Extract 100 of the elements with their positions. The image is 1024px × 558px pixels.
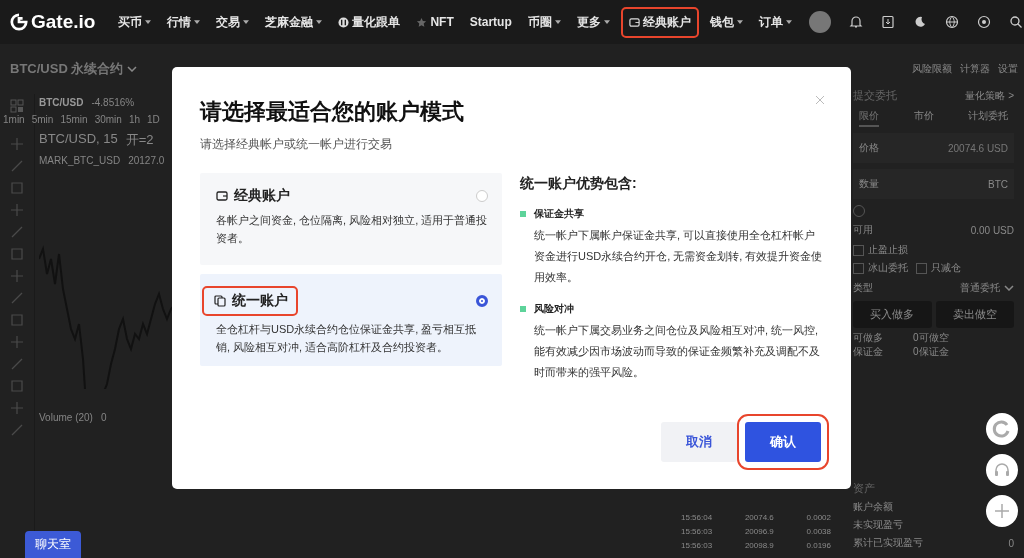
trade-price: 20098.9: [744, 541, 774, 550]
chat-room-button[interactable]: 聊天室: [25, 531, 81, 558]
grid-icon[interactable]: [9, 98, 25, 114]
nav-menu-item[interactable]: 钱包: [706, 11, 746, 33]
account-option-card[interactable]: 统一账户 全仓杠杆与USD永续合约仓位保证金共享, 盈亏相互抵销, 风险相互对冲, 适合高阶杠杆及合约投资者。: [200, 274, 502, 366]
wallet-icon: [216, 190, 228, 202]
nav-menu-item[interactable]: 量化跟单: [335, 11, 404, 33]
available-value: 0.00 USD: [970, 224, 1014, 236]
nav-menu-item[interactable]: 经典账户: [622, 8, 697, 36]
drawing-tool-icon[interactable]: [9, 246, 25, 262]
option-checkbox[interactable]: 止盈止损: [853, 243, 1014, 257]
benefit-title: 风险对冲: [534, 302, 574, 316]
nav-menu-item[interactable]: 币圈: [524, 11, 564, 33]
interval-tab[interactable]: 1h: [128, 114, 140, 125]
amount-input[interactable]: 数量 BTC: [853, 169, 1014, 199]
nav-menu-item[interactable]: 芝麻金融: [262, 11, 326, 33]
nav-menu-item[interactable]: Startup: [466, 13, 515, 31]
order-type-tab[interactable]: 市价: [913, 109, 934, 127]
account-option-description: 各帐户之间资金, 仓位隔离, 风险相对独立, 适用于普通投资者。: [216, 213, 488, 246]
drawing-tool-icon[interactable]: [9, 378, 25, 394]
drawing-tool-icon[interactable]: [9, 202, 25, 218]
header-tool-link[interactable]: 计算器: [960, 62, 990, 76]
drawing-tool-icon[interactable]: [9, 136, 25, 152]
wallet-icon: [628, 16, 640, 28]
nav-menu-item[interactable]: NFT: [413, 13, 457, 31]
drawing-tool-icon[interactable]: [9, 268, 25, 284]
type-label: 类型: [853, 281, 873, 295]
interval-tab[interactable]: 15min: [60, 114, 88, 125]
interval-tab[interactable]: 1min: [3, 114, 25, 125]
download-icon[interactable]: [880, 15, 895, 29]
asset-value: 0: [1008, 537, 1014, 549]
trade-price: 20096.9: [744, 527, 774, 536]
header-tool-link[interactable]: 风险限额: [912, 62, 952, 76]
interval-tab[interactable]: 1D: [147, 114, 160, 125]
bell-icon[interactable]: [848, 15, 863, 29]
header-tool-link[interactable]: 设置: [998, 62, 1018, 76]
interval-tab[interactable]: 30min: [94, 114, 122, 125]
order-type-tab[interactable]: 计划委托: [968, 109, 1008, 127]
account-option-card[interactable]: 经典账户 各帐户之间资金, 仓位隔离, 风险相对独立, 适用于普通投资者。: [200, 173, 502, 265]
drawing-tool-icon[interactable]: [9, 312, 25, 328]
trade-amount: 0.0038: [806, 527, 831, 536]
benefit-text: 统一帐户下属帐户保证金共享, 可以直接使用全仓杠杆帐户资金进行USD永续合约开仓, 无需资金划转, 有效提升资金使用效率。: [534, 228, 823, 285]
caret-icon[interactable]: [127, 66, 138, 72]
account-option-description: 全仓杠杆与USD永续合约仓位保证金共享, 盈亏相互抵销, 风险相互对冲, 适合高阶杠杆及合约投资者。: [216, 322, 478, 355]
nav-menu-item[interactable]: 交易: [213, 11, 253, 33]
drawing-tool-icon[interactable]: [9, 356, 25, 372]
drawing-tool-icon[interactable]: [9, 158, 25, 174]
nav-menu-item[interactable]: 订单: [755, 11, 795, 33]
plus-icon[interactable]: [986, 495, 1018, 527]
nav-menu-item[interactable]: 买币: [115, 11, 155, 33]
logo-icon[interactable]: [10, 13, 28, 31]
asset-label: 累计已实现盈亏: [853, 536, 923, 550]
headset-icon[interactable]: [986, 454, 1018, 486]
sell-short-button[interactable]: 卖出做空: [935, 301, 1014, 328]
bullet-icon: [520, 306, 526, 312]
available-label: 可用: [853, 223, 873, 237]
panel-title: 提交委托: [853, 88, 897, 103]
chart-symbol: BTC/USD: [39, 97, 84, 108]
price-input[interactable]: 价格 20074.6 USD: [853, 133, 1014, 163]
stat-label: 0保证金: [913, 345, 949, 359]
trade-time: 15:56:04: [681, 513, 713, 522]
trade-time: 15:56:03: [681, 541, 713, 550]
star-icon: [416, 16, 428, 28]
stat-label: 0可做空: [913, 331, 949, 345]
settings-icon[interactable]: [976, 15, 991, 29]
buy-long-button[interactable]: 买入做多: [853, 301, 932, 328]
pair-title[interactable]: BTC/USD 永续合约: [10, 60, 124, 78]
option-checkbox[interactable]: 冰山委托: [853, 261, 908, 275]
search-icon[interactable]: [1008, 15, 1023, 29]
trade-time: 15:56:03: [681, 527, 713, 536]
open-price: 开=2: [125, 131, 154, 149]
order-type-dropdown[interactable]: 普通委托: [960, 281, 1014, 295]
radio-button[interactable]: [476, 295, 488, 307]
avatar[interactable]: [808, 11, 831, 33]
close-icon[interactable]: [815, 95, 825, 105]
option-checkbox[interactable]: 只减仓: [916, 261, 961, 275]
benefits-heading: 统一账户优势包含:: [520, 175, 638, 193]
stat-label: 可做多: [853, 331, 883, 345]
refresh-icon[interactable]: [986, 413, 1018, 445]
drawing-tool-icon[interactable]: [9, 400, 25, 416]
dialog-subtitle: 请选择经典帐户或统一帐户进行交易: [200, 136, 393, 153]
globe-icon[interactable]: [944, 15, 959, 29]
drawing-tool-icon[interactable]: [9, 422, 25, 438]
drawing-tool-icon[interactable]: [9, 334, 25, 350]
account-option-title: 经典账户: [216, 187, 290, 205]
bullet-icon: [520, 211, 526, 217]
confirm-button[interactable]: 确认: [745, 422, 821, 462]
nav-menu-item[interactable]: 更多: [573, 11, 613, 33]
quant-strategy-link[interactable]: 量化策略 >: [965, 88, 1014, 103]
drawing-tool-icon[interactable]: [9, 180, 25, 196]
logo-text[interactable]: Gate.io: [31, 11, 96, 33]
benefit-text: 统一帐户下属交易业务之间仓位及风险相互对冲, 统一风控, 能有效减少因市场波动而导致的保证金频繁补充及调配不及时而带来的强平风险。: [534, 323, 821, 380]
drawing-tool-icon[interactable]: [9, 290, 25, 306]
copy-icon: [214, 295, 226, 307]
nav-menu-item[interactable]: 行情: [164, 11, 204, 33]
interval-tab[interactable]: 5min: [31, 114, 54, 125]
order-type-tab[interactable]: 限价: [859, 109, 879, 127]
trade-price: 20074.6: [744, 513, 774, 522]
drawing-tool-icon[interactable]: [9, 224, 25, 240]
cancel-button[interactable]: 取消: [661, 422, 737, 462]
